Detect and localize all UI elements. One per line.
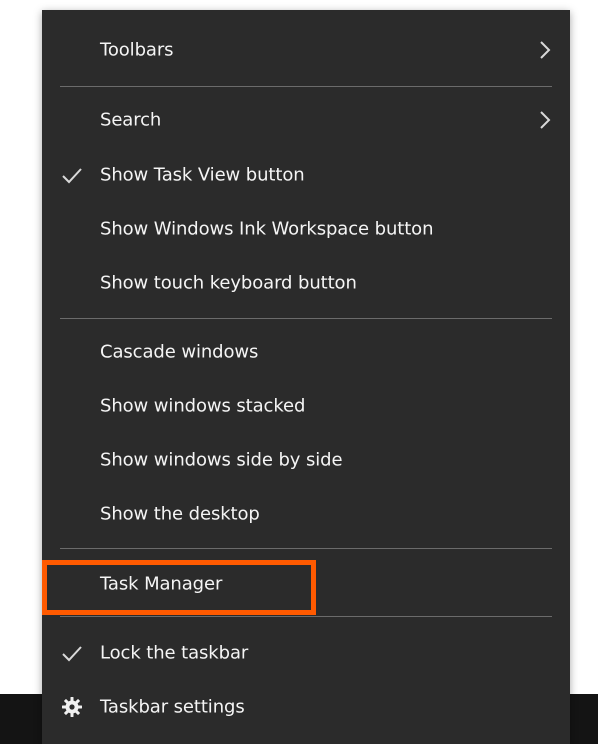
menu-item-label: Toolbars — [100, 39, 174, 61]
menu-item-label: Cascade windows — [100, 341, 259, 363]
gear-icon — [62, 697, 82, 717]
menu-item-label: Search — [100, 109, 162, 131]
menu-item-show-the-desktop[interactable]: Show the desktop — [42, 492, 570, 536]
menu-item-show-task-view-button[interactable]: Show Task View button — [42, 153, 570, 197]
menu-separator — [60, 86, 552, 87]
menu-separator — [60, 616, 552, 617]
chevron-right-icon — [540, 111, 551, 129]
menu-item-search[interactable]: Search — [42, 98, 570, 142]
task-manager-highlight-box — [42, 560, 316, 615]
menu-separator — [60, 318, 552, 319]
menu-item-show-touch-keyboard-button[interactable]: Show touch keyboard button — [42, 261, 570, 305]
menu-item-show-windows-stacked[interactable]: Show windows stacked — [42, 384, 570, 428]
menu-item-toolbars[interactable]: Toolbars — [42, 28, 570, 72]
menu-item-label: Show touch keyboard button — [100, 272, 357, 294]
chevron-right-icon — [540, 41, 551, 59]
menu-item-label: Show windows stacked — [100, 395, 306, 417]
menu-item-taskbar-settings[interactable]: Taskbar settings — [42, 685, 570, 729]
checkmark-icon — [62, 168, 82, 184]
menu-item-cascade-windows[interactable]: Cascade windows — [42, 330, 570, 374]
menu-item-label: Show windows side by side — [100, 449, 343, 471]
taskbar-context-menu: Toolbars Search Show Task View button Sh… — [42, 10, 570, 744]
menu-item-label: Show the desktop — [100, 503, 260, 525]
menu-item-lock-the-taskbar[interactable]: Lock the taskbar — [42, 631, 570, 675]
menu-item-show-windows-side-by-side[interactable]: Show windows side by side — [42, 438, 570, 482]
menu-item-label: Taskbar settings — [100, 696, 245, 718]
menu-item-show-windows-ink-workspace-button[interactable]: Show Windows Ink Workspace button — [42, 207, 570, 251]
menu-item-label: Show Windows Ink Workspace button — [100, 218, 434, 240]
checkmark-icon — [62, 646, 82, 662]
menu-separator — [60, 548, 552, 549]
menu-item-label: Lock the taskbar — [100, 642, 249, 664]
menu-item-label: Show Task View button — [100, 164, 305, 186]
